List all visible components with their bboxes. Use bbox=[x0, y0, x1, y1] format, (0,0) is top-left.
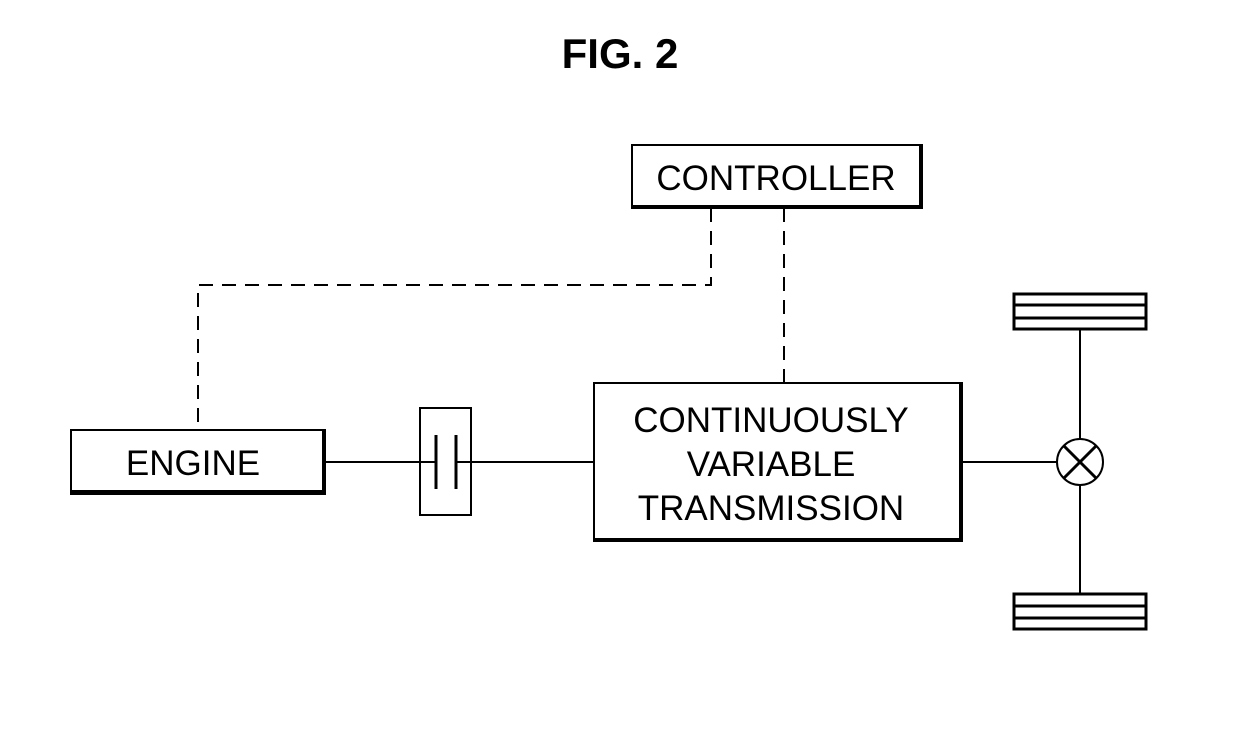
cvt-label-line-3: TRANSMISSION bbox=[638, 489, 904, 528]
controller-label: CONTROLLER bbox=[656, 159, 895, 198]
differential-icon bbox=[1056, 438, 1104, 486]
cvt-label-line-1: CONTINUOUSLY bbox=[633, 401, 909, 440]
cvt-block: CONTINUOUSLY VARIABLE TRANSMISSION bbox=[593, 382, 963, 542]
cvt-label-line-2: VARIABLE bbox=[687, 445, 856, 484]
wheel-bottom-icon bbox=[1012, 592, 1148, 631]
controller-block: CONTROLLER bbox=[631, 144, 923, 209]
diagram-canvas: CONTROLLER ENGINE CONTINUOUSLY VARIABLE … bbox=[70, 144, 1148, 631]
engine-block: ENGINE bbox=[70, 429, 326, 495]
engine-label: ENGINE bbox=[126, 444, 260, 483]
wheel-top-icon bbox=[1012, 292, 1148, 331]
